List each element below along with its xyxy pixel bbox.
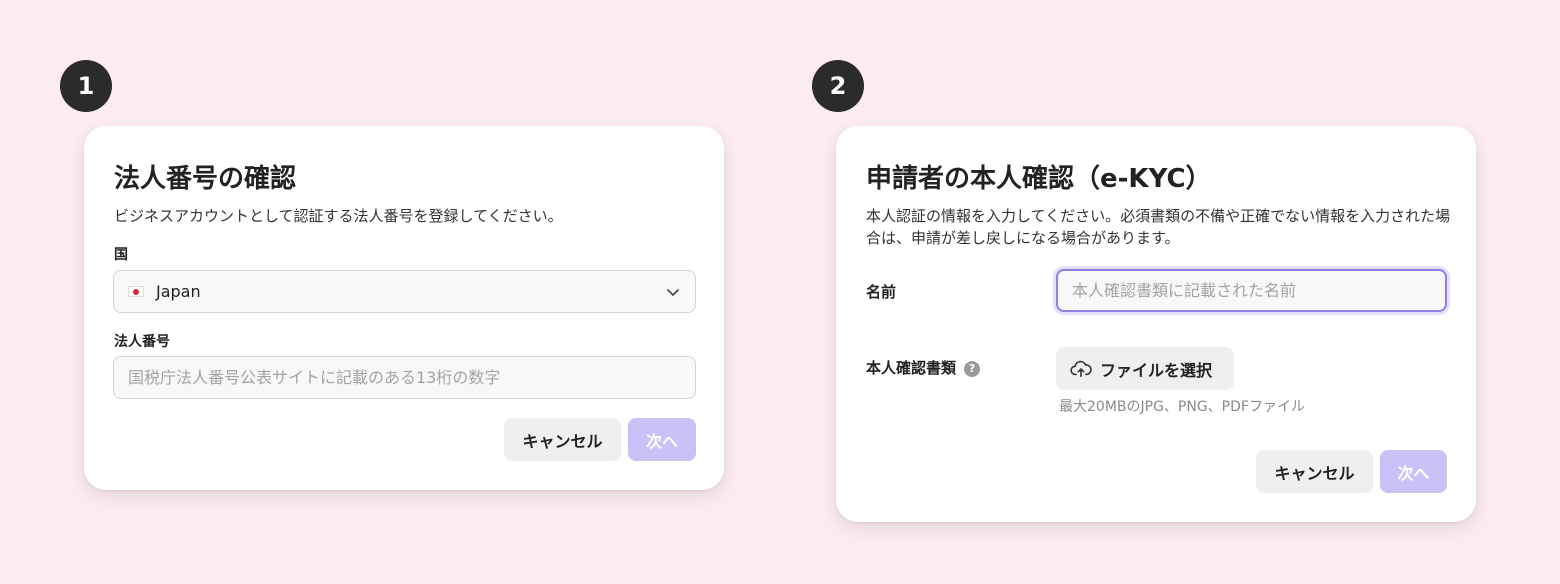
corporate-number-input[interactable] bbox=[113, 356, 696, 399]
step-2-badge: 2 bbox=[812, 60, 864, 112]
name-label: 名前 bbox=[866, 283, 897, 301]
upload-hint: 最大20MBのJPG、PNG、PDFファイル bbox=[1059, 399, 1305, 415]
cloud-upload-icon bbox=[1070, 360, 1092, 377]
next-button[interactable]: 次へ bbox=[1380, 450, 1447, 493]
id-document-label: 本人確認書類 bbox=[866, 359, 957, 377]
card-title: 申請者の本人確認（e-KYC） bbox=[866, 164, 1212, 194]
step-1-badge: 1 bbox=[60, 60, 112, 112]
corporate-number-label: 法人番号 bbox=[114, 334, 170, 350]
country-label: 国 bbox=[114, 247, 128, 263]
card-title: 法人番号の確認 bbox=[114, 164, 297, 194]
chevron-down-icon bbox=[667, 288, 679, 296]
card-description: 本人認証の情報を入力してください。必須書類の不備や正確でない情報を入力された場合… bbox=[866, 207, 1451, 247]
name-input[interactable] bbox=[1056, 269, 1447, 312]
corporate-number-card: 法人番号の確認 ビジネスアカウントとして認証する法人番号を登録してください。 国… bbox=[84, 126, 724, 490]
id-document-label-row: 本人確認書類? bbox=[866, 357, 981, 378]
cancel-button[interactable]: キャンセル bbox=[1256, 450, 1373, 493]
country-select[interactable]: Japan bbox=[113, 270, 696, 313]
next-button[interactable]: 次へ bbox=[628, 418, 696, 461]
file-select-button[interactable]: ファイルを選択 bbox=[1056, 347, 1234, 390]
applicant-kyc-card: 申請者の本人確認（e-KYC） 本人認証の情報を入力してください。必須書類の不備… bbox=[836, 126, 1476, 522]
japan-flag-icon bbox=[128, 286, 144, 297]
help-circle-icon[interactable]: ? bbox=[964, 360, 981, 377]
card-description: ビジネスアカウントとして認証する法人番号を登録してください。 bbox=[114, 207, 563, 225]
country-select-value: Japan bbox=[156, 282, 201, 301]
file-select-label: ファイルを選択 bbox=[1100, 360, 1213, 380]
cancel-button[interactable]: キャンセル bbox=[504, 418, 621, 461]
